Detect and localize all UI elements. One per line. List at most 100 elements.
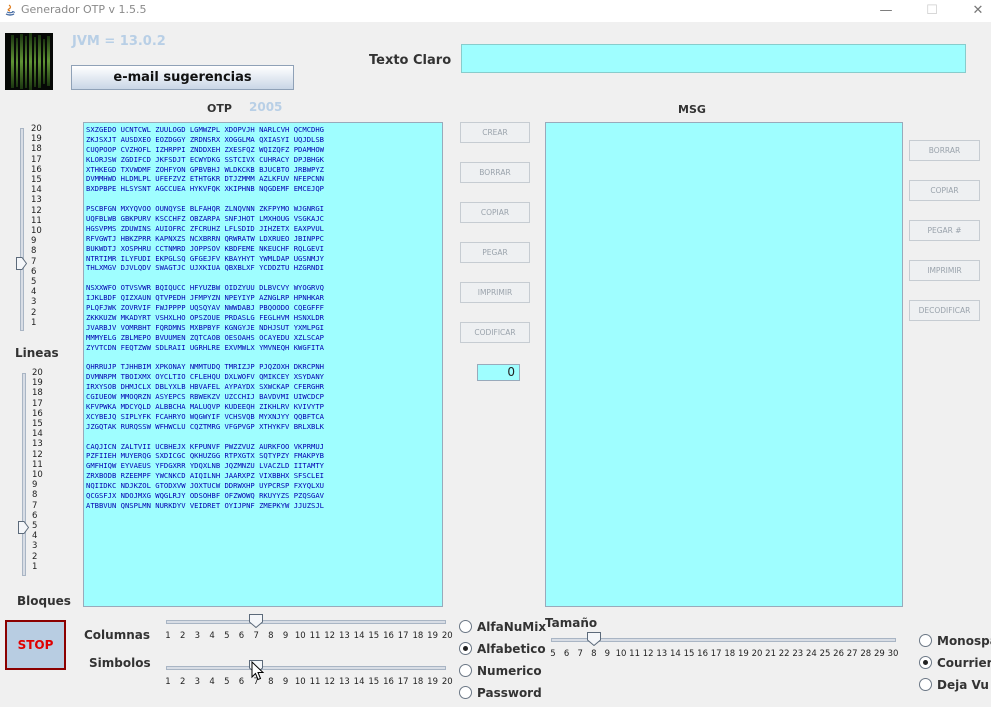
radio-alfanumix-label: AlfaNuMix: [477, 620, 547, 634]
simbolos-tick: 3: [194, 677, 201, 687]
imprimir-msg-button[interactable]: IMPRIMIR: [909, 260, 980, 281]
radio-alfabetico-circle[interactable]: [459, 642, 472, 655]
bloques-tick: 1: [32, 561, 38, 572]
otp-line: RFVGWTJ HBKZPRR KAPNXZS NCXBRRN QRWRATW …: [86, 233, 324, 243]
lineas-tick: 13: [31, 195, 42, 206]
columnas-tick: 16: [383, 631, 394, 641]
tamano-tick: 16: [697, 649, 708, 659]
otp-line: JVARBJV VOMRBHT FQRDMNS MXBPBYF KGNGYJE …: [86, 322, 324, 332]
radio-alfabetico-label: Alfabetico: [477, 642, 546, 656]
texto-claro-input[interactable]: [461, 44, 966, 73]
columnas-tick: 5: [224, 631, 230, 641]
otp-line: PSCBFGN MXYQVOO OUNQYSE BLFAHQR ZLNQVNN …: [86, 204, 324, 214]
counter-field[interactable]: 0: [477, 364, 520, 381]
columnas-tick: 18: [412, 631, 424, 641]
bloques-tick: 19: [32, 378, 43, 389]
decodificar-button[interactable]: DECODIFICAR: [909, 300, 980, 321]
columnas-tick: 3: [194, 631, 201, 641]
title-bar: Generador OTP v 1.5.5 — ☐ ✕: [0, 0, 991, 22]
columnas-label: Columnas: [84, 628, 150, 642]
maximize-button[interactable]: ☐: [917, 0, 947, 22]
tamano-tick: 23: [792, 649, 804, 659]
otp-line: IRXYSOB DHMJCLX DBLYXLB HBVAFEL AYPAYDX …: [86, 382, 324, 392]
tamano-tick: 24: [805, 649, 817, 659]
tamano-tick: 10: [615, 649, 627, 659]
columnas-tick: 4: [209, 631, 215, 641]
simbolos-slider-track[interactable]: [166, 666, 446, 670]
tamano-tick: 9: [604, 649, 611, 659]
radio-dejavu-circle[interactable]: [919, 678, 932, 691]
pegar-msg-button[interactable]: PEGAR #: [909, 220, 980, 241]
radio-courrier-label: Courrier: [937, 656, 991, 670]
bloques-tick: 20: [32, 368, 43, 378]
lineas-slider-thumb[interactable]: [16, 256, 27, 270]
codificar-button[interactable]: CODIFICAR: [460, 322, 530, 343]
bloques-tick: 12: [32, 449, 43, 460]
radio-courrier-circle[interactable]: [919, 656, 932, 669]
simbolos-tick: 11: [309, 677, 321, 687]
tamano-slider-track[interactable]: [551, 638, 896, 642]
otp-line: ATBBVUN QNSPLMN NURKDYV VEIDRET OYIJPNF …: [86, 500, 324, 510]
bloques-tick: 11: [32, 459, 43, 470]
minimize-button[interactable]: —: [871, 0, 901, 22]
tamano-tick: 30: [887, 649, 899, 659]
otp-line: DVMMHWD HLDMLPL UFEFZVZ ETHTGKR DTJZMMM …: [86, 174, 324, 184]
otp-generator-window: Generador OTP v 1.5.5 — ☐ ✕ JVM = 13.0.2…: [0, 0, 991, 707]
radio-numerico-label: Numerico: [477, 664, 542, 678]
simbolos-tick: 15: [368, 677, 380, 687]
columnas-tick: 7: [253, 631, 259, 641]
lineas-tick: 12: [31, 205, 42, 216]
otp-line: CUQPOOP CVZHOFL IZHRPPI ZNDDXEH ZXESFQZ …: [86, 144, 324, 154]
columnas-tick: 9: [282, 631, 289, 641]
columnas-slider-track[interactable]: [166, 620, 446, 624]
simbolos-tick: 20: [441, 677, 453, 687]
lineas-tick: 18: [31, 144, 42, 155]
simbolos-tick: 9: [282, 677, 289, 687]
msg-text-area[interactable]: [545, 122, 903, 607]
imprimir-otp-button[interactable]: IMPRIMIR: [460, 282, 530, 303]
otp-line: UQFBLWB GBKPURV KSCCHFZ OBZARPA SNFJHOT …: [86, 214, 324, 224]
lineas-tick: 16: [31, 164, 42, 175]
simbolos-tick: 16: [383, 677, 394, 687]
lineas-tick: 15: [31, 175, 42, 185]
bloques-slider-track[interactable]: [22, 373, 26, 576]
borrar-otp-button[interactable]: BORRAR: [460, 162, 530, 183]
copiar-otp-button[interactable]: COPIAR: [460, 202, 530, 223]
radio-numerico-circle[interactable]: [459, 664, 472, 677]
otp-label: OTP: [207, 102, 232, 115]
radio-password-circle[interactable]: [459, 686, 472, 699]
tamano-tick: 21: [765, 649, 776, 659]
otp-line: QHRRUJP TJHHBIM XPKONAY NMMTUDQ TMRIZJP …: [86, 362, 324, 372]
email-suggestions-button[interactable]: e-mail sugerencias: [71, 65, 294, 90]
simbolos-tick: 1: [165, 677, 171, 687]
columnas-slider-thumb[interactable]: [249, 614, 264, 628]
tamano-tick: 14: [669, 649, 681, 659]
copiar-msg-button[interactable]: COPIAR: [909, 180, 980, 201]
lineas-tick: 6: [31, 266, 37, 277]
radio-monospaced-circle[interactable]: [919, 634, 932, 647]
bloques-slider-thumb[interactable]: [18, 521, 29, 534]
otp-text-area[interactable]: SXZGEDO UCNTCWL ZUULOGD LGMWZPL XDOPVJH …: [83, 122, 443, 607]
otp-line: [86, 432, 442, 442]
year-label: 2005: [249, 100, 283, 114]
tamano-slider-thumb[interactable]: [586, 632, 601, 646]
simbolos-tick: 2: [179, 677, 186, 687]
radio-alfanumix-circle[interactable]: [459, 620, 472, 633]
columnas-tick: 20: [441, 631, 453, 641]
otp-line: PZFIIEH MUYERQG SXDICGC QKHUZGG RTPXGTX …: [86, 451, 324, 461]
otp-line: PLQFJWK ZOVRVIF FWJPPPP UQSQYAV NWWDABJ …: [86, 303, 324, 313]
simbolos-tick: 14: [353, 677, 365, 687]
bloques-tick: 14: [32, 429, 43, 440]
lineas-label: Lineas: [15, 346, 59, 360]
tamano-tick: 7: [577, 649, 583, 659]
otp-line: THLXMGV DJVLQDV SWAGTJC UJXKIUA QBXBLXF …: [86, 263, 324, 273]
lineas-slider-track[interactable]: [20, 128, 24, 331]
crear-button[interactable]: CREAR: [460, 122, 530, 143]
close-button[interactable]: ✕: [963, 0, 991, 22]
borrar-msg-button[interactable]: BORRAR: [909, 140, 980, 161]
bloques-tick: 16: [32, 408, 43, 419]
pegar-otp-button[interactable]: PEGAR: [460, 242, 530, 263]
stop-button[interactable]: STOP: [5, 620, 66, 670]
bloques-label: Bloques: [17, 594, 71, 608]
tamano-tick: 5: [550, 649, 556, 659]
